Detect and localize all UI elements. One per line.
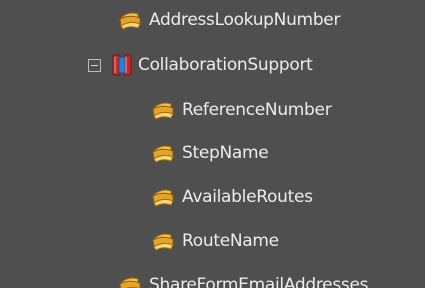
field-icon (151, 143, 175, 163)
tree-node-available-routes[interactable]: AvailableRoutes (151, 182, 313, 212)
tree-panel: AddressLookupNumber CollaborationSupport… (0, 0, 425, 288)
field-icon (118, 275, 142, 288)
tree-node-route-name[interactable]: RouteName (151, 226, 279, 256)
tree-node-label: AddressLookupNumber (149, 10, 341, 30)
tree-node-label: CollaborationSupport (138, 55, 313, 75)
tree-node-label: RouteName (182, 231, 279, 251)
field-icon (151, 100, 175, 120)
field-icon (151, 187, 175, 207)
class-icon (110, 53, 134, 77)
tree-node-label: StepName (182, 143, 269, 163)
tree-node-label: AvailableRoutes (182, 187, 313, 207)
tree-node-collaboration-support[interactable]: CollaborationSupport (88, 50, 313, 80)
tree-node-address-lookup-number[interactable]: AddressLookupNumber (118, 5, 340, 35)
tree-node-label: ShareFormEmailAddresses (149, 275, 369, 288)
field-icon (118, 10, 142, 30)
collapse-toggle-icon[interactable] (88, 58, 101, 72)
tree-node-label: ReferenceNumber (182, 100, 332, 120)
tree-node-step-name[interactable]: StepName (151, 138, 269, 168)
field-icon (151, 231, 175, 251)
tree-node-share-form-email-addresses[interactable]: ShareFormEmailAddresses (118, 270, 368, 288)
tree-node-reference-number[interactable]: ReferenceNumber (151, 95, 332, 125)
